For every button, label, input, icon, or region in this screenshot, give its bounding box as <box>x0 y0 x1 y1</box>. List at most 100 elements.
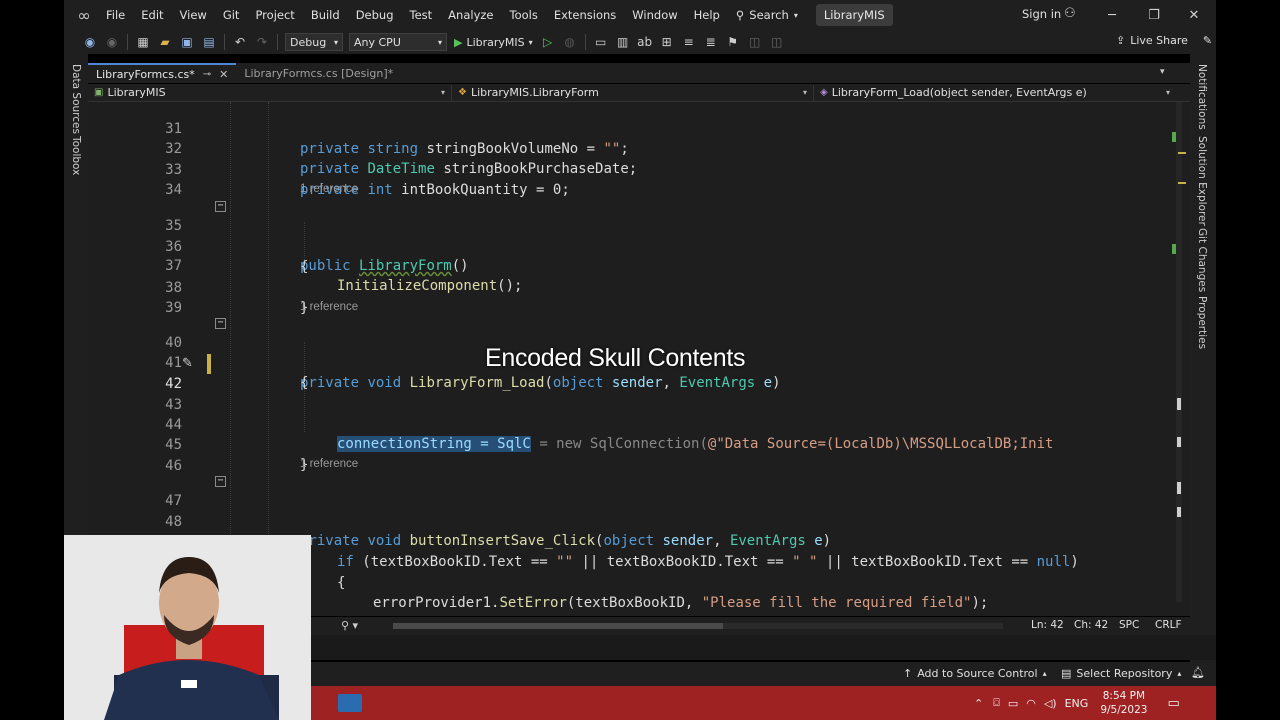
save-all-icon[interactable]: ▤ <box>199 32 219 52</box>
menu-build[interactable]: Build <box>303 0 348 30</box>
data-sources-tab[interactable]: Data Sources <box>70 64 82 134</box>
wifi-icon[interactable]: ◠ <box>1026 697 1036 710</box>
app-taskbar-icon[interactable] <box>338 694 362 712</box>
start-without-debugging-icon[interactable]: ▷ <box>538 32 558 52</box>
change-marker <box>1172 244 1176 254</box>
standard-toolbar: ◉ ◉ ▦ ▰ ▣ ▤ ↶ ↷ Debug ▾ Any CPU ▾ ▶ Libr… <box>64 30 1216 54</box>
menu-view[interactable]: View <box>172 0 215 30</box>
notification-center-icon[interactable]: ▭ <box>1167 696 1179 711</box>
video-caption-overlay: Encoded Skull Contents <box>485 344 746 372</box>
feedback-icon: ✎ <box>1202 34 1213 47</box>
close-icon[interactable]: ✕ <box>219 68 228 81</box>
line-ending-indicator[interactable]: CRLF <box>1155 619 1182 631</box>
menu-analyze[interactable]: Analyze <box>440 0 501 30</box>
git-changes-tab[interactable]: Git Changes <box>1196 228 1208 292</box>
close-button[interactable]: ✕ <box>1174 0 1214 30</box>
hot-reload-icon[interactable]: ◍ <box>560 32 580 52</box>
start-debugging-button[interactable]: ▶ LibraryMIS ▾ <box>454 36 533 49</box>
prev-bookmark-icon[interactable]: ◫ <box>745 32 765 52</box>
tab-libraryform-code[interactable]: LibraryFormcs.cs* ⊸ ✕ <box>88 63 237 83</box>
add-to-source-control-button[interactable]: ↑ Add to Source Control ▴ <box>903 667 1047 680</box>
notification-bell-icon[interactable]: 🔔︎ <box>1191 666 1205 679</box>
line-indicator[interactable]: Ln: 42 <box>1031 619 1064 631</box>
scroll-thumb[interactable] <box>1177 398 1181 410</box>
language-indicator[interactable]: ENG <box>1065 697 1089 710</box>
caret-marker <box>1178 152 1186 154</box>
live-share-label: Live Share <box>1130 34 1188 47</box>
save-icon[interactable]: ▣ <box>177 32 197 52</box>
open-file-icon[interactable]: ▰ <box>155 32 175 52</box>
navigate-back-icon[interactable]: ◉ <box>80 32 100 52</box>
horizontal-scrollbar[interactable] <box>393 623 1003 629</box>
align-icon[interactable]: ⊞ <box>657 32 677 52</box>
toolbar-separator <box>584 34 586 50</box>
restore-button[interactable]: ❐ <box>1134 0 1174 30</box>
undo-icon[interactable]: ↶ <box>230 32 250 52</box>
next-bookmark-icon[interactable]: ◫ <box>767 32 787 52</box>
issues-icon[interactable]: ⚲ ▾ <box>341 619 358 632</box>
quick-actions-icon[interactable]: ✎ <box>182 354 193 374</box>
menu-git[interactable]: Git <box>215 0 248 30</box>
codelens-reference[interactable]: 1 reference <box>300 181 358 197</box>
code-line: 32 private DateTime stringBookPurchaseDa… <box>88 119 1170 177</box>
menu-debug[interactable]: Debug <box>348 0 402 30</box>
platform-dropdown[interactable]: Any CPU ▾ <box>349 33 447 51</box>
tab-list-dropdown-icon[interactable]: ▾ <box>1160 67 1165 77</box>
solution-explorer-tab[interactable]: Solution Explorer <box>1196 136 1208 226</box>
menu-test[interactable]: Test <box>402 0 441 30</box>
code-line: 33 private int intBookQuantity = 0; <box>88 140 1170 198</box>
navigate-forward-icon[interactable]: ◉ <box>102 32 122 52</box>
code-line: 36 { <box>88 217 1170 275</box>
menu-file[interactable]: File <box>98 0 133 30</box>
properties-tab[interactable]: Properties <box>1196 296 1208 349</box>
whitespace-indicator[interactable]: SPC <box>1119 619 1139 631</box>
member-dropdown[interactable]: ◈ LibraryForm_Load(object sender, EventA… <box>814 85 1176 101</box>
chevron-up-icon[interactable]: ⌃ <box>974 697 983 710</box>
new-project-icon[interactable]: ▦ <box>133 32 153 52</box>
menu-edit[interactable]: Edit <box>133 0 171 30</box>
account-settings-icon[interactable]: ⚇ <box>1064 6 1078 22</box>
codelens-reference[interactable]: 1 reference <box>300 456 358 472</box>
type-value: LibraryMIS.LibraryForm <box>470 86 599 99</box>
menu-project[interactable]: Project <box>247 0 302 30</box>
horizontal-scroll-thumb[interactable] <box>393 623 723 629</box>
toolbox-tab[interactable]: Toolbox <box>70 136 82 175</box>
browse-icon[interactable]: ▭ <box>591 32 611 52</box>
menu-help[interactable]: Help <box>686 0 728 30</box>
code-text: } <box>337 613 345 616</box>
search-button[interactable]: ⚲ Search ▾ <box>728 8 806 22</box>
clock[interactable]: 8:54 PM 9/5/2023 <box>1100 689 1147 717</box>
battery-icon[interactable]: ▭ <box>1008 697 1018 710</box>
camera-icon[interactable]: ⌼ <box>993 696 1000 710</box>
bookmark-icon[interactable]: ⚑ <box>723 32 743 52</box>
outdent-icon[interactable]: ≣ <box>701 32 721 52</box>
menu-extensions[interactable]: Extensions <box>546 0 624 30</box>
collapse-icon[interactable]: − <box>215 318 226 329</box>
vertical-scrollbar[interactable] <box>1170 102 1190 616</box>
notifications-tab[interactable]: Notifications <box>1196 64 1208 130</box>
minimize-button[interactable]: ─ <box>1092 0 1132 30</box>
configuration-dropdown[interactable]: Debug ▾ <box>285 33 343 51</box>
select-repository-button[interactable]: ▤ Select Repository ▴ <box>1061 667 1181 680</box>
layout-icon[interactable]: ▥ <box>613 32 633 52</box>
pin-icon[interactable]: ⊸ <box>203 69 211 80</box>
code-line: 48 { <box>88 492 1170 550</box>
chevron-down-icon: ▾ <box>528 37 533 47</box>
live-share-button[interactable]: ⇪ Live Share ✎ <box>1116 34 1212 47</box>
repository-label: Select Repository <box>1076 667 1173 680</box>
code-line: 45 } <box>88 415 1170 473</box>
menu-tools[interactable]: Tools <box>502 0 546 30</box>
type-dropdown[interactable]: ❖ LibraryMIS.LibraryForm ▾ <box>452 84 814 101</box>
redo-icon[interactable]: ↷ <box>252 32 272 52</box>
tab-libraryform-design[interactable]: LibraryFormcs.cs [Design]* <box>236 63 401 83</box>
column-indicator[interactable]: Ch: 42 <box>1074 619 1108 631</box>
sign-in-link[interactable]: Sign in <box>1022 0 1061 28</box>
collapse-icon[interactable]: − <box>215 201 226 212</box>
collapse-icon[interactable]: − <box>215 476 226 487</box>
project-dropdown[interactable]: ▣ LibraryMIS ▾ <box>88 84 452 101</box>
volume-icon[interactable]: ◁) <box>1044 697 1057 710</box>
document-tab-bar: LibraryFormcs.cs* ⊸ ✕ LibraryFormcs.cs [… <box>88 63 1190 83</box>
menu-window[interactable]: Window <box>624 0 685 30</box>
indent-icon[interactable]: ≡ <box>679 32 699 52</box>
spelling-icon[interactable]: ab <box>635 32 655 52</box>
